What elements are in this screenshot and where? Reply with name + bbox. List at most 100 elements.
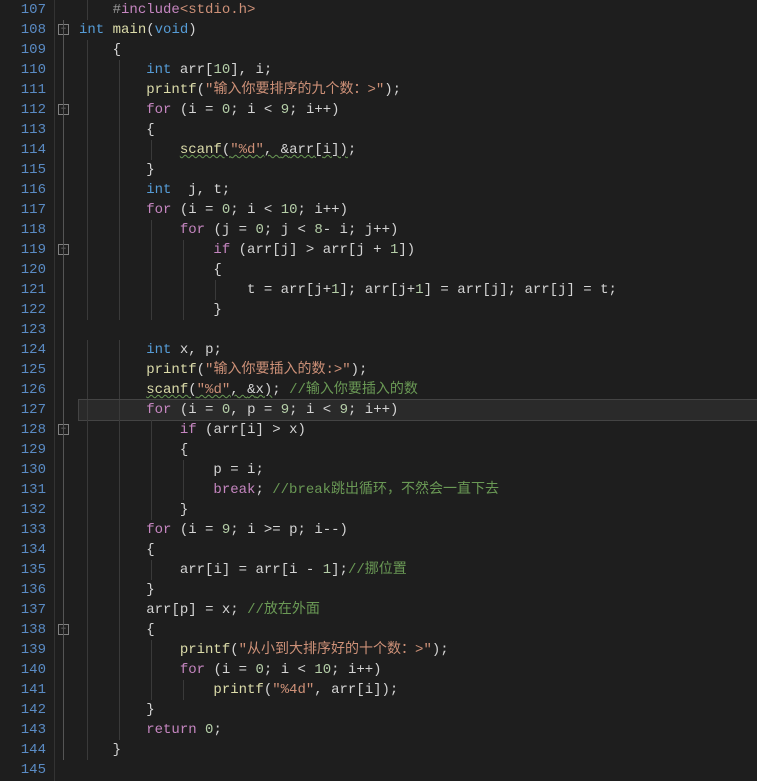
code-line[interactable]: int j, t; — [79, 180, 757, 200]
code-line[interactable]: for (i = 9; i >= p; i--) — [79, 520, 757, 540]
line-number: 111 — [0, 80, 46, 100]
token: 9 — [340, 402, 348, 418]
code-line[interactable]: printf("从小到大排序好的十个数：>"); — [79, 640, 757, 660]
code-line[interactable] — [79, 760, 757, 780]
fold-column[interactable]: −−−−− — [55, 0, 75, 781]
code-line[interactable]: return 0; — [79, 720, 757, 740]
code-line[interactable]: #include<stdio.h> — [79, 0, 757, 20]
token: ) — [188, 22, 196, 38]
token: { — [146, 122, 154, 138]
token: ; — [255, 462, 263, 478]
token: , — [230, 382, 247, 398]
line-number: 141 — [0, 680, 46, 700]
code-line[interactable]: for (j = 0; j < 8- i; j++) — [79, 220, 757, 240]
token: ], — [230, 62, 255, 78]
line-number: 119 — [0, 240, 46, 260]
token: ; — [255, 482, 272, 498]
token: "%d" — [230, 142, 264, 158]
token: = — [222, 462, 247, 478]
code-line[interactable]: printf("输入你要排序的九个数：>"); — [79, 80, 757, 100]
code-line[interactable]: } — [79, 740, 757, 760]
token: } — [113, 742, 121, 758]
code-line[interactable]: { — [79, 40, 757, 60]
token: ( — [171, 202, 188, 218]
token: ( — [222, 142, 230, 158]
token: [ — [272, 242, 280, 258]
token: = — [583, 282, 591, 298]
token: <stdio.h> — [180, 2, 256, 18]
code-editor[interactable]: 1071081091101111121131141151161171181191… — [0, 0, 757, 781]
code-line[interactable]: { — [79, 540, 757, 560]
token: = — [230, 662, 255, 678]
token: ) — [340, 202, 348, 218]
line-number: 116 — [0, 180, 46, 200]
token: i — [247, 202, 255, 218]
token: printf — [180, 642, 230, 658]
token: ) — [390, 222, 398, 238]
token: printf — [146, 82, 196, 98]
code-line[interactable]: int main(void) — [79, 20, 757, 40]
token: ; — [222, 182, 230, 198]
line-number: 124 — [0, 340, 46, 360]
code-line[interactable]: } — [79, 160, 757, 180]
code-line[interactable]: { — [79, 260, 757, 280]
code-area[interactable]: #include<stdio.h>int main(void) { int ar… — [75, 0, 757, 781]
code-line[interactable]: break; //break跳出循环，不然会一直下去 — [79, 480, 757, 500]
code-line[interactable]: } — [79, 700, 757, 720]
code-line[interactable]: printf("%4d", arr[i]); — [79, 680, 757, 700]
code-line[interactable]: for (i = 0; i < 10; i++) — [79, 660, 757, 680]
token: = — [197, 102, 222, 118]
line-number: 140 — [0, 660, 46, 680]
code-line[interactable]: arr[i] = arr[i - 1];//挪位置 — [79, 560, 757, 580]
token: ; — [298, 202, 315, 218]
token: ; — [264, 62, 272, 78]
code-line[interactable]: } — [79, 300, 757, 320]
token: i — [188, 102, 196, 118]
token: ; — [289, 102, 306, 118]
code-line[interactable]: scanf("%d", &x); //输入你要插入的数 — [79, 380, 757, 400]
token: ++ — [314, 102, 331, 118]
token: ); — [432, 642, 449, 658]
code-line[interactable]: t = arr[j+1]; arr[j+1] = arr[j]; arr[j] … — [79, 280, 757, 300]
code-line[interactable] — [79, 320, 757, 340]
token: ; — [264, 222, 281, 238]
token: , — [230, 402, 247, 418]
code-line[interactable]: { — [79, 120, 757, 140]
token: "%d" — [197, 382, 231, 398]
token: = — [256, 402, 281, 418]
token: p — [247, 402, 255, 418]
token: int — [146, 62, 171, 78]
token: arr — [331, 682, 356, 698]
token: return — [146, 722, 196, 738]
token: ( — [197, 422, 214, 438]
token: + — [365, 242, 390, 258]
code-line[interactable]: if (arr[i] > x) — [79, 420, 757, 440]
token: "输入你要排序的九个数：>" — [205, 82, 384, 98]
token: ; — [331, 662, 348, 678]
code-line[interactable]: p = i; — [79, 460, 757, 480]
token: = — [239, 562, 247, 578]
code-line[interactable]: scanf("%d", &arr[i]); — [79, 140, 757, 160]
token: break — [213, 482, 255, 498]
code-line[interactable]: } — [79, 580, 757, 600]
line-number: 133 — [0, 520, 46, 540]
token: "%4d" — [272, 682, 314, 698]
code-line[interactable]: int x, p; — [79, 340, 757, 360]
code-line[interactable]: printf("输入你要插入的数:>"); — [79, 360, 757, 380]
code-line[interactable]: { — [79, 440, 757, 460]
line-number: 129 — [0, 440, 46, 460]
token: printf — [146, 362, 196, 378]
code-line[interactable]: int arr[10], i; — [79, 60, 757, 80]
token: < — [314, 402, 339, 418]
code-line[interactable]: { — [79, 620, 757, 640]
code-line[interactable]: for (i = 0; i < 9; i++) — [79, 100, 757, 120]
line-number: 135 — [0, 560, 46, 580]
line-number: 130 — [0, 460, 46, 480]
code-line[interactable]: if (arr[j] > arr[j + 1]) — [79, 240, 757, 260]
token: i — [340, 222, 348, 238]
code-line[interactable]: arr[p] = x; //放在外面 — [79, 600, 757, 620]
token: i — [314, 202, 322, 218]
code-line[interactable]: } — [79, 500, 757, 520]
code-line[interactable]: for (i = 0; i < 10; i++) — [79, 200, 757, 220]
code-line[interactable]: for (i = 0, p = 9; i < 9; i++) — [79, 400, 757, 420]
